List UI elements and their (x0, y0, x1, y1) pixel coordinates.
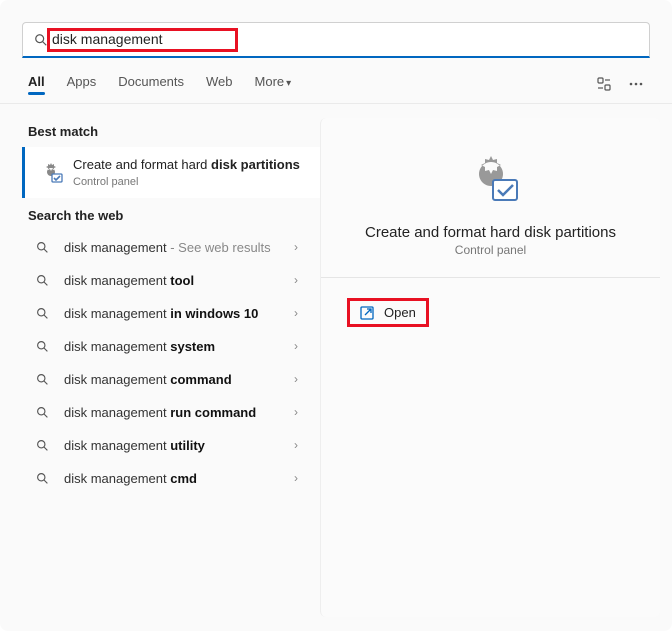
search-bar-container (0, 0, 672, 62)
tab-apps[interactable]: Apps (67, 74, 97, 93)
tab-more[interactable]: More▾ (255, 74, 292, 93)
chevron-right-icon: › (294, 405, 298, 419)
annotation-highlight-open: Open (347, 298, 429, 327)
search-icon (36, 372, 50, 386)
chevron-right-icon: › (294, 372, 298, 386)
web-suggestion-label: disk management system (64, 339, 280, 354)
best-match-title: Create and format hard disk partitions (73, 157, 300, 174)
web-suggestion[interactable]: disk management run command › (0, 396, 320, 429)
search-icon (36, 273, 50, 287)
section-best-match: Best match (0, 114, 320, 147)
chevron-right-icon: › (294, 273, 298, 287)
search-icon (36, 240, 50, 254)
detail-pane: Create and format hard disk partitions C… (320, 118, 660, 617)
action-open[interactable]: Open (384, 305, 416, 320)
divider (321, 277, 660, 278)
web-suggestion-label: disk management run command (64, 405, 280, 420)
web-suggestion-label: disk management command (64, 372, 280, 387)
detail-title: Create and format hard disk partitions (341, 218, 640, 243)
web-suggestion-label: disk management in windows 10 (64, 306, 280, 321)
web-suggestion[interactable]: disk management system › (0, 330, 320, 363)
section-search-web: Search the web (0, 198, 320, 231)
more-options-icon[interactable] (628, 76, 644, 92)
web-suggestion[interactable]: disk management cmd › (0, 462, 320, 495)
search-icon (36, 306, 50, 320)
annotation-highlight-search (47, 28, 238, 52)
detail-subtitle: Control panel (341, 243, 640, 257)
tab-documents[interactable]: Documents (118, 74, 184, 93)
web-suggestion-label: disk management - See web results (64, 240, 280, 255)
control-panel-icon (39, 160, 63, 184)
results-area: Best match Create and format hard disk p… (0, 104, 672, 631)
chevron-right-icon: › (294, 339, 298, 353)
tab-all[interactable]: All (28, 74, 45, 93)
results-list: Best match Create and format hard disk p… (0, 104, 320, 631)
best-match-subtitle: Control panel (73, 176, 300, 188)
web-suggestion-label: disk management cmd (64, 471, 280, 486)
tab-web[interactable]: Web (206, 74, 233, 93)
detail-icon (461, 148, 521, 208)
search-bar[interactable] (22, 22, 650, 58)
search-input[interactable] (52, 31, 233, 47)
chevron-right-icon: › (294, 438, 298, 452)
start-search-window: All Apps Documents Web More▾ Best match … (0, 0, 672, 631)
web-suggestion[interactable]: disk management - See web results › (0, 231, 320, 264)
search-icon (36, 471, 50, 485)
web-suggestion[interactable]: disk management in windows 10 › (0, 297, 320, 330)
best-match-item[interactable]: Create and format hard disk partitions C… (22, 147, 320, 198)
web-suggestion-label: disk management tool (64, 273, 280, 288)
search-icon (36, 405, 50, 419)
web-suggestion[interactable]: disk management command › (0, 363, 320, 396)
open-icon (360, 306, 374, 320)
web-suggestion-label: disk management utility (64, 438, 280, 453)
search-icon (36, 339, 50, 353)
action-open-row: Open (329, 290, 652, 335)
chevron-right-icon: › (294, 471, 298, 485)
search-options-icon[interactable] (596, 76, 612, 92)
search-icon (36, 438, 50, 452)
chevron-right-icon: › (294, 240, 298, 254)
chevron-right-icon: › (294, 306, 298, 320)
web-suggestion[interactable]: disk management tool › (0, 264, 320, 297)
filter-tabs: All Apps Documents Web More▾ (0, 62, 672, 104)
web-suggestion[interactable]: disk management utility › (0, 429, 320, 462)
